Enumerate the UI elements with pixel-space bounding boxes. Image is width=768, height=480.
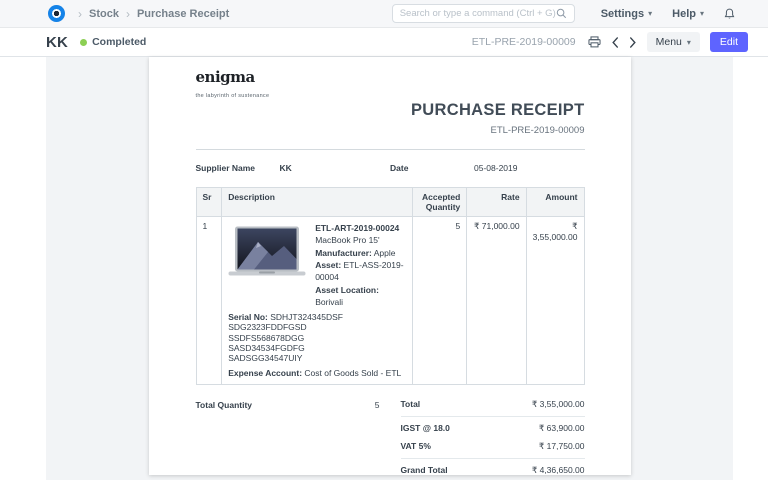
item-rate: ₹ 71,000.00 [467,217,526,385]
status-dot-icon [80,39,87,46]
chevron-down-icon: ▾ [687,38,691,47]
receipt-number: ETL-PRE-2019-00009 [196,125,585,136]
totals-section: Total Quantity 5 Total ₹ 3,55,000.00 IGS… [196,396,585,480]
col-accepted-quantity: Accepted Quantity [412,188,467,217]
item-description-cell: ETL-ART-2019-00024 MacBook Pro 15' Manuf… [222,217,412,385]
next-document-icon[interactable] [629,37,637,48]
page-head: KK Completed ETL-PRE-2019-00009 Menu ▾ E… [0,28,768,57]
total-quantity-label: Total Quantity [196,400,253,480]
col-sr: Sr [196,188,222,217]
letterhead: enigma the labyrinth of sustenance [196,68,585,99]
igst-row: IGST @ 18.0 ₹ 63,900.00 [401,420,585,438]
help-label: Help [672,8,696,20]
page-head-actions: ETL-PRE-2019-00009 Menu ▾ Edit [472,32,748,52]
status-badge: Completed [80,36,146,48]
totals-column: Total ₹ 3,55,000.00 IGST @ 18.0 ₹ 63,900… [392,396,585,480]
item-amount: ₹ 3,55,000.00 [526,217,584,385]
supplier-value: KK [280,163,292,173]
company-logo: enigma [196,68,585,86]
grand-total-row: Grand Total ₹ 4,36,650.00 [401,462,585,480]
col-amount: Amount [526,188,584,217]
document-id: ETL-PRE-2019-00009 [472,36,576,48]
edit-button[interactable]: Edit [710,32,748,52]
breadcrumb: › Stock › Purchase Receipt [78,7,229,21]
print-gutter: enigma the labyrinth of sustenance PURCH… [46,57,733,480]
header-fields: Supplier Name KK Date 05-08-2019 [196,163,585,173]
total-quantity-value: 5 [375,400,380,480]
item-manufacturer: Manufacturer: Apple [315,247,404,259]
top-navbar: › Stock › Purchase Receipt Settings ▾ He… [0,0,768,28]
menu-button[interactable]: Menu ▾ [647,32,700,52]
vat-row: VAT 5% ₹ 17,750.00 [401,438,585,459]
company-tagline: the labyrinth of sustenance [196,93,585,99]
receipt-title: PURCHASE RECEIPT [196,101,585,120]
item-sr: 1 [196,217,222,385]
divider [196,149,585,150]
status-label: Completed [92,36,146,48]
date-field: Date 05-08-2019 [390,163,585,173]
col-description: Description [222,188,412,217]
notifications-bell-icon[interactable] [724,8,735,20]
item-asset: Asset: ETL-ASS-2019-00004 [315,259,404,284]
navbar-right: Settings ▾ Help ▾ [601,8,735,20]
breadcrumb-purchase-receipt[interactable]: Purchase Receipt [137,8,229,20]
item-serial-numbers: Serial No: SDHJT324345DSF SDG2323FDDFGSD… [228,312,404,363]
breadcrumb-stock[interactable]: Stock [89,8,119,20]
help-menu[interactable]: Help ▾ [672,8,704,20]
item-details: ETL-ART-2019-00024 MacBook Pro 15' Manuf… [315,222,404,308]
col-rate: Rate [467,188,526,217]
prev-document-icon[interactable] [611,37,619,48]
chevron-right-icon: › [78,7,82,21]
settings-menu[interactable]: Settings ▾ [601,8,652,20]
item-asset-location: Asset Location: Borivali [315,284,404,309]
global-search[interactable] [392,4,575,23]
chevron-down-icon: ▾ [700,9,704,18]
print-preview-area: enigma the labyrinth of sustenance PURCH… [0,57,768,480]
menu-button-label: Menu [656,36,682,48]
items-header-row: Sr Description Accepted Quantity Rate Am… [196,188,584,217]
app-logo-icon[interactable] [48,5,65,22]
total-row: Total ₹ 3,55,000.00 [401,396,585,417]
receipt-title-block: PURCHASE RECEIPT ETL-PRE-2019-00009 [196,101,585,136]
page-title: KK [46,34,68,51]
supplier-label: Supplier Name [196,163,280,173]
items-table: Sr Description Accepted Quantity Rate Am… [196,187,585,385]
purchase-receipt-document: enigma the labyrinth of sustenance PURCH… [149,57,631,475]
settings-label: Settings [601,8,644,20]
item-name: MacBook Pro 15' [315,234,404,246]
item-row: 1 [196,217,584,385]
search-input[interactable] [400,8,556,19]
item-qty: 5 [412,217,467,385]
item-image-macbook [228,226,306,308]
item-expense-account: Expense Account: Cost of Goods Sold - ET… [228,368,404,378]
supplier-field: Supplier Name KK [196,163,391,173]
date-label: Date [390,163,474,173]
date-value: 05-08-2019 [474,163,517,173]
total-quantity-row: Total Quantity 5 [196,396,392,480]
chevron-down-icon: ▾ [648,9,652,18]
item-code: ETL-ART-2019-00024 [315,222,404,234]
chevron-right-icon: › [126,7,130,21]
print-icon[interactable] [588,36,601,48]
search-icon [556,8,567,19]
